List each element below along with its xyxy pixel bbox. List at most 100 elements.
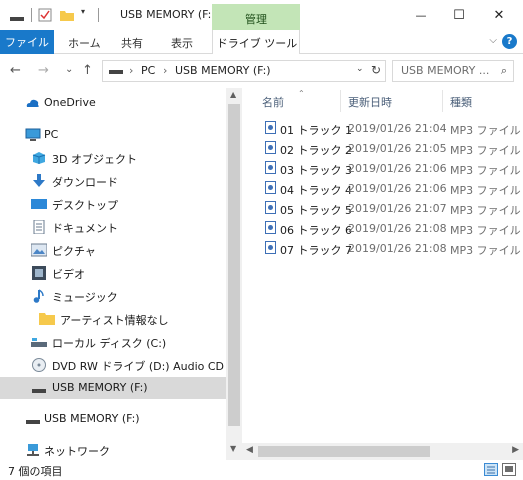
search-box[interactable]: USB MEMORY ... ⌕ xyxy=(392,60,514,82)
column-header-type[interactable]: 種類 xyxy=(450,94,472,110)
network-icon xyxy=(25,443,41,457)
scroll-right-icon[interactable]: ▶ xyxy=(512,445,519,455)
large-icons-view-icon[interactable] xyxy=(502,463,516,476)
nav-item-label: PC xyxy=(44,128,59,141)
nav-item-pc[interactable]: PC xyxy=(0,124,226,146)
table-row[interactable]: 05 トラック 5 2019/01/26 21:07 MP3 ファイル xyxy=(242,198,523,218)
table-row[interactable]: 02 トラック 2 2019/01/26 21:05 MP3 ファイル xyxy=(242,138,523,158)
breadcrumb-separator: › xyxy=(129,64,134,77)
table-row[interactable]: 07 トラック 7 2019/01/26 21:08 MP3 ファイル xyxy=(242,238,523,258)
table-row[interactable]: 06 トラック 6 2019/01/26 21:08 MP3 ファイル xyxy=(242,218,523,238)
nav-item-label: USB MEMORY (F:) xyxy=(44,412,140,425)
drive-icon[interactable] xyxy=(10,12,24,22)
forward-button[interactable]: → xyxy=(38,63,49,78)
documents-icon xyxy=(31,219,47,235)
scrollbar-thumb[interactable] xyxy=(258,446,430,457)
file-type: MP3 ファイル xyxy=(450,124,521,137)
mp3-file-icon xyxy=(265,201,276,214)
nav-item-downloads[interactable]: ダウンロード xyxy=(0,170,226,192)
mp3-file-icon xyxy=(265,161,276,174)
nav-item-label: ピクチャ xyxy=(52,245,96,258)
file-date: 2019/01/26 21:06 xyxy=(348,162,447,175)
back-button[interactable]: ← xyxy=(10,63,21,78)
nav-item-pictures[interactable]: ピクチャ xyxy=(0,239,226,261)
tab-file[interactable]: ファイル xyxy=(0,30,54,54)
nav-item-music[interactable]: ミュージック xyxy=(0,285,226,307)
nav-item-3d-objects[interactable]: 3D オブジェクト xyxy=(0,147,226,169)
nav-item-artist-folder[interactable]: アーティスト情報なし xyxy=(0,308,226,330)
nav-item-usb-memory[interactable]: USB MEMORY (F:) xyxy=(0,377,226,399)
table-row[interactable]: 01 トラック 1 2019/01/26 21:04 MP3 ファイル xyxy=(242,118,523,138)
table-row[interactable]: 03 トラック 3 2019/01/26 21:06 MP3 ファイル xyxy=(242,158,523,178)
nav-item-label: デスクトップ xyxy=(52,199,118,212)
search-icon: ⌕ xyxy=(500,64,507,77)
help-icon[interactable]: ? xyxy=(502,34,517,49)
address-row: ← → ⌄ ↑ › PC › USB MEMORY (F:) ⌄ ↻ USB M… xyxy=(0,54,523,88)
mp3-file-icon xyxy=(265,221,276,234)
breadcrumb-usb-memory[interactable]: USB MEMORY (F:) xyxy=(175,64,271,77)
column-header-date[interactable]: 更新日時 xyxy=(348,94,392,110)
file-name: 05 トラック 5 xyxy=(280,204,352,217)
folder-icon xyxy=(39,312,55,326)
breadcrumb-pc[interactable]: PC xyxy=(141,64,155,77)
customize-toolbar-icon[interactable]: ▾ xyxy=(81,7,85,16)
details-view-icon[interactable] xyxy=(484,463,498,476)
refresh-icon[interactable]: ↻ xyxy=(371,63,381,77)
nav-item-videos[interactable]: ビデオ xyxy=(0,262,226,284)
nav-item-onedrive[interactable]: OneDrive xyxy=(0,92,226,114)
minimize-button[interactable]: — xyxy=(402,0,440,30)
nav-item-usb-memory-root[interactable]: USB MEMORY (F:) xyxy=(0,408,226,430)
file-type: MP3 ファイル xyxy=(450,244,521,257)
usb-drive-icon xyxy=(31,381,47,395)
file-type: MP3 ファイル xyxy=(450,204,521,217)
nav-item-network[interactable]: ネットワーク xyxy=(0,439,226,461)
local-disk-icon xyxy=(31,335,47,349)
file-date: 2019/01/26 21:07 xyxy=(348,202,447,215)
address-bar[interactable]: › PC › USB MEMORY (F:) ⌄ ↻ xyxy=(102,60,386,82)
nav-pane-scrollbar[interactable]: ▲ ▼ xyxy=(226,88,242,460)
title-bar: ▾ USB MEMORY (F:) 管理 — ☐ ✕ xyxy=(0,0,523,30)
recent-locations-button[interactable]: ⌄ xyxy=(65,64,73,75)
tab-manage[interactable]: 管理 xyxy=(212,4,300,30)
pictures-icon xyxy=(30,243,48,257)
expand-ribbon-icon[interactable]: ⌵ xyxy=(489,35,497,46)
column-divider[interactable] xyxy=(442,90,443,112)
tab-view[interactable]: 表示 xyxy=(171,35,193,51)
music-icon xyxy=(31,289,47,303)
nav-item-label: ビデオ xyxy=(52,268,85,281)
nav-item-documents[interactable]: ドキュメント xyxy=(0,216,226,238)
scroll-down-icon[interactable]: ▼ xyxy=(230,444,236,453)
file-date: 2019/01/26 21:05 xyxy=(348,142,447,155)
scroll-up-icon[interactable]: ▲ xyxy=(230,90,236,99)
status-bar: 7 個の項目 xyxy=(0,460,523,480)
sort-ascending-icon: ⌃ xyxy=(298,89,305,98)
tab-drive-tools-label: ドライブ ツール xyxy=(216,37,298,50)
nav-item-dvd-drive[interactable]: DVD RW ドライブ (D:) Audio CD xyxy=(0,354,226,376)
drive-icon xyxy=(109,70,123,74)
maximize-button[interactable]: ☐ xyxy=(440,0,478,30)
file-date: 2019/01/26 21:08 xyxy=(348,222,447,235)
file-list: 名前 ⌃ 更新日時 種類 01 トラック 1 2019/01/26 21:04 … xyxy=(242,88,523,443)
close-button[interactable]: ✕ xyxy=(480,0,518,30)
up-button[interactable]: ↑ xyxy=(82,63,93,78)
file-type: MP3 ファイル xyxy=(450,224,521,237)
file-type: MP3 ファイル xyxy=(450,164,521,177)
new-folder-icon[interactable] xyxy=(60,8,74,25)
nav-item-label: ミュージック xyxy=(52,291,118,304)
column-header-name[interactable]: 名前 ⌃ xyxy=(262,89,305,110)
address-dropdown-icon[interactable]: ⌄ xyxy=(356,64,364,74)
tab-manage-label: 管理 xyxy=(245,13,267,26)
properties-icon[interactable] xyxy=(38,8,52,25)
mp3-file-icon xyxy=(265,141,276,154)
column-divider[interactable] xyxy=(340,90,341,112)
tab-home[interactable]: ホーム xyxy=(68,35,101,51)
table-row[interactable]: 04 トラック 4 2019/01/26 21:06 MP3 ファイル xyxy=(242,178,523,198)
nav-item-local-disk[interactable]: ローカル ディスク (C:) xyxy=(0,331,226,353)
nav-item-desktop[interactable]: デスクトップ xyxy=(0,193,226,215)
scrollbar-thumb[interactable] xyxy=(228,104,240,426)
scroll-left-icon[interactable]: ◀ xyxy=(246,445,253,455)
tab-share[interactable]: 共有 xyxy=(121,35,143,51)
dvd-drive-icon xyxy=(31,358,47,372)
tab-drive-tools[interactable]: ドライブ ツール xyxy=(212,30,300,54)
file-list-scrollbar[interactable]: ◀ ▶ xyxy=(242,443,523,460)
